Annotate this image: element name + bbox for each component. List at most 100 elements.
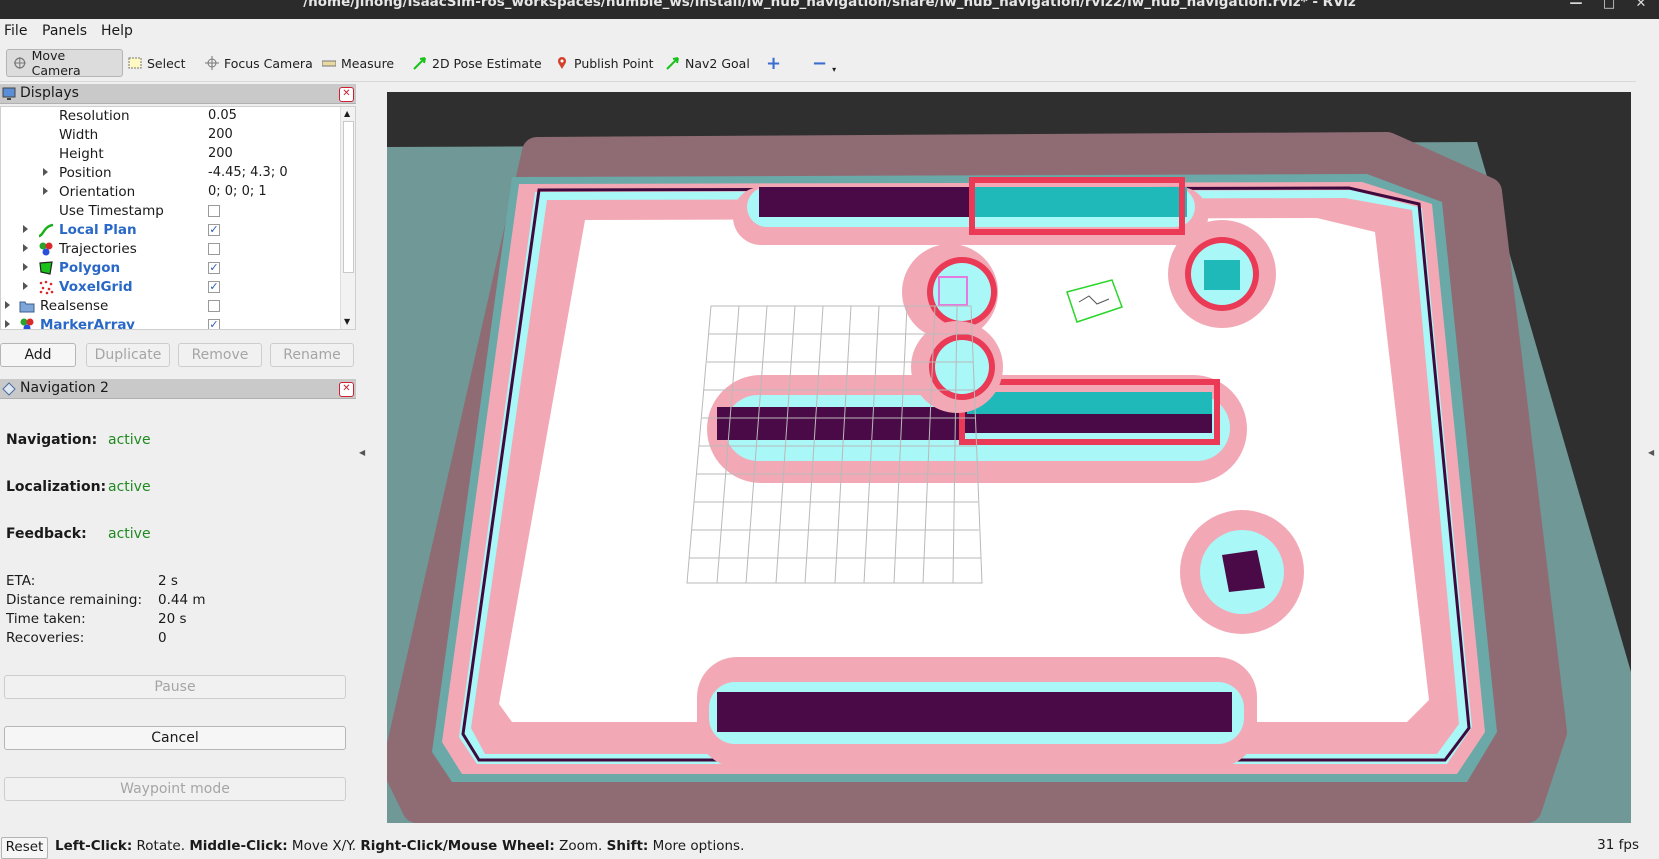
rename-button[interactable]: Rename [270, 343, 354, 367]
display-name: Polygon [59, 260, 121, 276]
time-taken-label: Time taken: [6, 611, 86, 627]
fps-counter: 31 fps [1597, 837, 1639, 853]
render-viewport[interactable] [387, 92, 1631, 823]
polygon-checkbox[interactable]: ✓ [208, 262, 220, 274]
help-desc: Move X/Y. [287, 838, 361, 854]
select-button[interactable]: Select [122, 49, 192, 77]
display-row-trajectories[interactable]: Trajectories [1, 240, 341, 259]
dropdown-arrow-icon: ▾ [832, 64, 837, 74]
cancel-button[interactable]: Cancel [4, 726, 346, 750]
window-title: /home/jihong/IsaacSim-ros_workspaces/hum… [303, 0, 1356, 10]
property-value[interactable]: 200 [208, 146, 233, 161]
voxelgrid-checkbox[interactable]: ✓ [208, 281, 220, 293]
marker-icon [20, 318, 34, 329]
display-row-local-plan[interactable]: Local Plan ✓ [1, 221, 341, 240]
expand-arrow-icon[interactable] [5, 320, 10, 328]
display-row-polygon[interactable]: Polygon ✓ [1, 259, 341, 278]
recoveries-label: Recoveries: [6, 630, 85, 646]
display-row-position[interactable]: Position -4.45; 4.3; 0 [1, 164, 341, 183]
display-row-orientation[interactable]: Orientation 0; 0; 0; 1 [1, 183, 341, 202]
add-tool-button[interactable]: + [760, 49, 787, 77]
property-value[interactable]: 0.05 [208, 108, 237, 123]
expand-arrow-icon[interactable] [23, 225, 28, 233]
property-value[interactable]: 0; 0; 0; 1 [208, 184, 267, 199]
pose-estimate-button[interactable]: 2D Pose Estimate [407, 49, 548, 77]
nav2-goal-button[interactable]: Nav2 Goal [660, 49, 756, 77]
distance-remaining-label: Distance remaining: [6, 592, 143, 608]
polygon-icon [39, 261, 53, 275]
expand-arrow-icon[interactable] [43, 168, 48, 176]
duplicate-button[interactable]: Duplicate [86, 343, 170, 367]
remove-button[interactable]: Remove [178, 343, 262, 367]
displays-scrollbar[interactable]: ▲ ▼ [340, 107, 355, 329]
expand-arrow-icon[interactable] [5, 301, 10, 309]
display-row-height[interactable]: Height 200 [1, 145, 341, 164]
feedback-status-value: active [108, 526, 151, 542]
point-cloud-icon [39, 280, 54, 295]
green-arrow-icon [666, 57, 679, 70]
display-name: Local Plan [59, 222, 137, 238]
add-button[interactable]: Add [0, 343, 76, 367]
menu-file[interactable]: File [4, 23, 27, 39]
reset-button[interactable]: Reset [1, 837, 48, 859]
display-row-use-timestamp[interactable]: Use Timestamp [1, 202, 341, 221]
menu-panels[interactable]: Panels [42, 23, 87, 39]
pause-button[interactable]: Pause [4, 675, 346, 699]
collapse-right-icon[interactable]: ◀ [1648, 448, 1654, 457]
display-row-markerarray[interactable]: MarkerArray ✓ [1, 316, 341, 330]
minimize-icon[interactable]: — [1562, 0, 1590, 18]
publish-point-label: Publish Point [574, 55, 654, 71]
navigation-status-value: active [108, 432, 151, 448]
scroll-thumb[interactable] [343, 121, 354, 273]
collapse-left-icon[interactable]: ◀ [359, 448, 365, 457]
trajectories-checkbox[interactable] [208, 243, 220, 255]
display-row-voxelgrid[interactable]: VoxelGrid ✓ [1, 278, 341, 297]
close-icon[interactable]: ✕ [1627, 0, 1655, 18]
property-value[interactable]: -4.45; 4.3; 0 [208, 165, 288, 180]
focus-camera-button[interactable]: Focus Camera [199, 49, 319, 77]
panel-splitter[interactable]: ◀ [356, 88, 366, 823]
expand-arrow-icon[interactable] [43, 187, 48, 195]
move-camera-button[interactable]: Move Camera [6, 48, 123, 78]
menu-help[interactable]: Help [101, 23, 133, 39]
help-key: Shift: [606, 838, 649, 854]
display-row-realsense[interactable]: Realsense [1, 297, 341, 316]
marker-icon [39, 242, 53, 256]
expand-arrow-icon[interactable] [23, 263, 28, 271]
move-camera-icon [13, 57, 26, 69]
close-displays-icon[interactable]: ✕ [339, 87, 354, 102]
expand-arrow-icon[interactable] [23, 282, 28, 290]
use-timestamp-checkbox[interactable] [208, 205, 220, 217]
property-name: Orientation [59, 184, 136, 200]
display-name: VoxelGrid [59, 279, 133, 295]
property-value[interactable]: 200 [208, 127, 233, 142]
local-plan-checkbox[interactable]: ✓ [208, 224, 220, 236]
move-camera-label: Move Camera [31, 48, 81, 78]
display-name: MarkerArray [40, 317, 135, 330]
markerarray-checkbox[interactable]: ✓ [208, 319, 220, 329]
path-icon [38, 223, 54, 238]
nav2-goal-label: Nav2 Goal [685, 55, 750, 71]
property-name: Width [59, 127, 99, 143]
navigation-title: Navigation 2 [20, 380, 109, 396]
realsense-checkbox[interactable] [208, 300, 220, 312]
diamond-icon [2, 382, 16, 396]
publish-point-button[interactable]: Publish Point [549, 49, 660, 77]
measure-button[interactable]: Measure [316, 49, 400, 77]
scroll-down-icon[interactable]: ▼ [344, 317, 350, 326]
recoveries-value: 0 [158, 630, 167, 646]
display-row-resolution[interactable]: Resolution 0.05 [1, 107, 341, 126]
close-navigation-icon[interactable]: ✕ [339, 382, 354, 397]
select-label: Select [147, 55, 186, 71]
displays-tree: Resolution 0.05 Width 200 Height 200 Pos… [0, 106, 356, 330]
localization-status-value: active [108, 479, 151, 495]
waypoint-mode-button[interactable]: Waypoint mode [4, 777, 346, 801]
display-row-width[interactable]: Width 200 [1, 126, 341, 145]
scroll-up-icon[interactable]: ▲ [344, 109, 350, 118]
expand-arrow-icon[interactable] [23, 244, 28, 252]
remove-tool-button[interactable]: − ▾ [806, 49, 842, 77]
maximize-icon[interactable]: □ [1595, 0, 1623, 18]
mouse-help-text: Left-Click: Rotate. Middle-Click: Move X… [55, 838, 744, 854]
measure-label: Measure [341, 55, 395, 71]
status-bar: Reset Left-Click: Rotate. Middle-Click: … [0, 832, 1659, 859]
